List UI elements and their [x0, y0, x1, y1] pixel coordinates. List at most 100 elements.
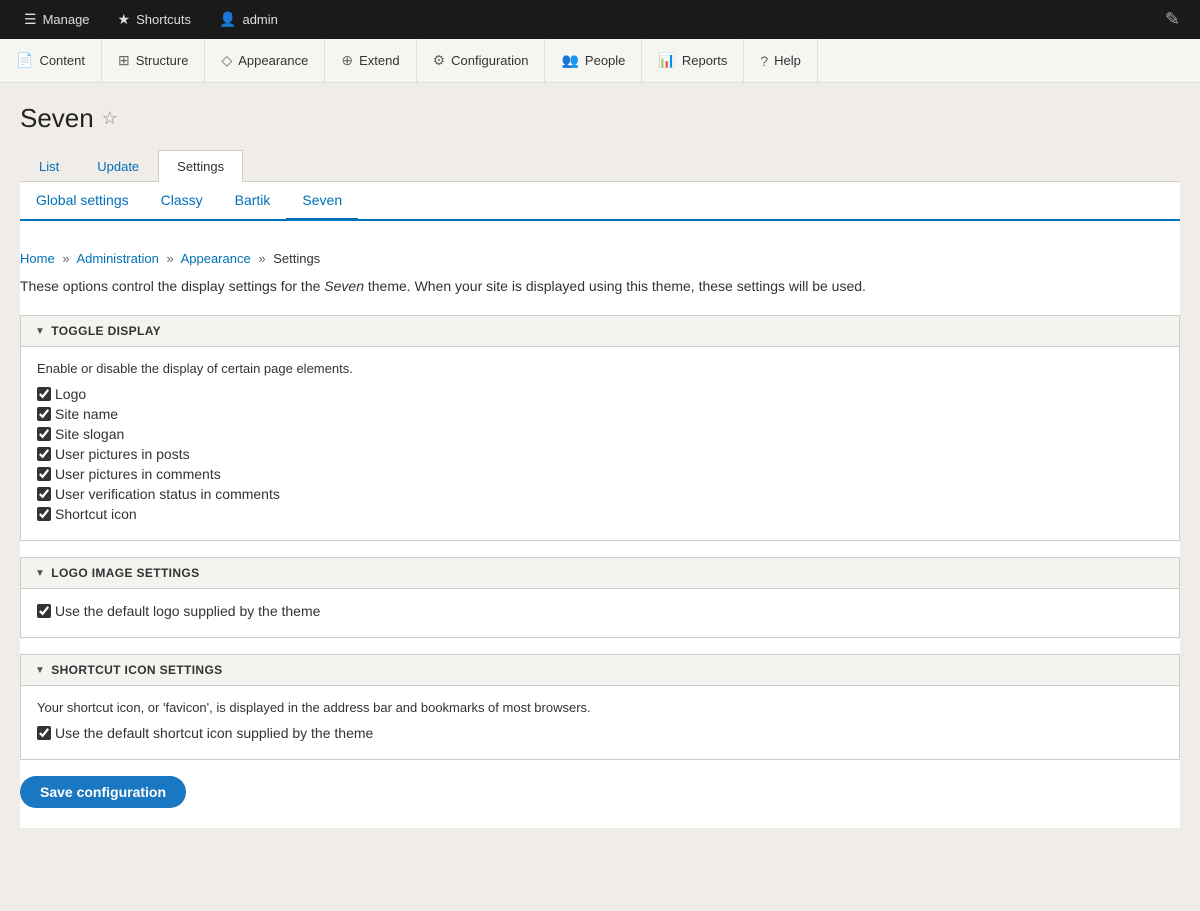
admin-bar: ☰ Manage ★ Shortcuts 👤 admin ✎ — [0, 0, 1200, 39]
breadcrumb-administration[interactable]: Administration — [76, 251, 158, 266]
tab-settings[interactable]: Settings — [158, 150, 243, 182]
nav-appearance-label: Appearance — [238, 53, 308, 68]
checkbox-default-shortcut-input[interactable] — [37, 726, 51, 740]
nav-reports-label: Reports — [682, 53, 728, 68]
checkbox-site-slogan-input[interactable] — [37, 427, 51, 441]
checkbox-default-logo-input[interactable] — [37, 604, 51, 618]
checkbox-logo-label: Logo — [55, 386, 86, 402]
toggle-display-legend[interactable]: ▼ TOGGLE DISPLAY — [21, 316, 1179, 347]
checkbox-user-pictures-posts: User pictures in posts — [37, 446, 1163, 462]
admin-label: admin — [242, 12, 277, 27]
nav-reports[interactable]: 📊 Reports — [642, 39, 744, 83]
checkbox-site-slogan: Site slogan — [37, 426, 1163, 442]
manage-label: Manage — [43, 12, 90, 27]
checkbox-site-name-label: Site name — [55, 406, 118, 422]
shortcuts-menu-item[interactable]: ★ Shortcuts — [104, 0, 205, 39]
admin-menu-item[interactable]: 👤 admin — [205, 0, 292, 39]
favorite-star-icon[interactable]: ☆ — [102, 108, 118, 129]
settings-content-area: Global settings Classy Bartik Seven Home… — [20, 182, 1180, 828]
nav-extend[interactable]: ⊕ Extend — [325, 39, 416, 83]
checkbox-default-logo: Use the default logo supplied by the the… — [37, 603, 1163, 619]
checkbox-user-pictures-posts-label: User pictures in posts — [55, 446, 190, 462]
sub-tab-classy[interactable]: Classy — [145, 182, 219, 221]
checkbox-site-name-input[interactable] — [37, 407, 51, 421]
tab-update[interactable]: Update — [78, 150, 158, 182]
appearance-nav-icon: ◇ — [221, 52, 232, 69]
star-nav-icon: ★ — [118, 11, 131, 28]
toggle-display-description: Enable or disable the display of certain… — [37, 361, 1163, 376]
tab-list[interactable]: List — [20, 150, 78, 182]
checkbox-logo: Logo — [37, 386, 1163, 402]
manage-icon: ☰ — [24, 11, 37, 28]
shortcut-icon-settings-body: Your shortcut icon, or 'favicon', is dis… — [21, 686, 1179, 759]
save-configuration-button[interactable]: Save configuration — [20, 776, 186, 808]
nav-people[interactable]: 👥 People — [545, 39, 642, 83]
nav-extend-label: Extend — [359, 53, 399, 68]
shortcut-icon-settings-fieldset: ▼ SHORTCUT ICON SETTINGS Your shortcut i… — [20, 654, 1180, 760]
people-nav-icon: 👥 — [561, 52, 578, 69]
intro-text: These options control the display settin… — [20, 276, 1180, 297]
checkbox-user-verification-status-input[interactable] — [37, 487, 51, 501]
extend-nav-icon: ⊕ — [341, 52, 353, 69]
nav-structure[interactable]: ⊞ Structure — [102, 39, 205, 83]
admin-bar-left: ☰ Manage ★ Shortcuts 👤 admin — [10, 0, 292, 39]
sub-tabs: Global settings Classy Bartik Seven — [20, 182, 1180, 221]
nav-structure-label: Structure — [136, 53, 189, 68]
page-content: Seven ☆ List Update Settings Global sett… — [0, 83, 1200, 911]
breadcrumb-sep-2: » — [166, 251, 173, 266]
shortcut-icon-settings-arrow-icon: ▼ — [35, 665, 45, 676]
breadcrumb-appearance[interactable]: Appearance — [181, 251, 251, 266]
checkbox-logo-input[interactable] — [37, 387, 51, 401]
breadcrumb-home[interactable]: Home — [20, 251, 55, 266]
logo-image-settings-body: Use the default logo supplied by the the… — [21, 589, 1179, 637]
logo-image-settings-arrow-icon: ▼ — [35, 568, 45, 579]
reports-nav-icon: 📊 — [658, 52, 675, 69]
edit-icon[interactable]: ✎ — [1155, 9, 1190, 30]
configuration-nav-icon: ⚙ — [433, 52, 446, 69]
main-nav: 📄 Content ⊞ Structure ◇ Appearance ⊕ Ext… — [0, 39, 1200, 83]
page-title-row: Seven ☆ — [20, 103, 1180, 134]
structure-nav-icon: ⊞ — [118, 52, 130, 69]
nav-configuration[interactable]: ⚙ Configuration — [417, 39, 546, 83]
toggle-display-title: TOGGLE DISPLAY — [51, 324, 161, 338]
toggle-display-arrow-icon: ▼ — [35, 326, 45, 337]
checkbox-user-pictures-posts-input[interactable] — [37, 447, 51, 461]
checkbox-default-logo-label: Use the default logo supplied by the the… — [55, 603, 320, 619]
shortcut-icon-settings-legend[interactable]: ▼ SHORTCUT ICON SETTINGS — [21, 655, 1179, 686]
checkbox-default-shortcut-label: Use the default shortcut icon supplied b… — [55, 725, 373, 741]
admin-bar-right: ✎ — [1155, 9, 1190, 30]
logo-image-settings-fieldset: ▼ LOGO IMAGE SETTINGS Use the default lo… — [20, 557, 1180, 638]
breadcrumb-current: Settings — [273, 251, 320, 266]
admin-person-icon: 👤 — [219, 11, 236, 28]
checkbox-shortcut-icon: Shortcut icon — [37, 506, 1163, 522]
checkbox-user-pictures-comments-input[interactable] — [37, 467, 51, 481]
logo-image-settings-title: LOGO IMAGE SETTINGS — [51, 566, 199, 580]
intro-text-start: These options control the display settin… — [20, 278, 324, 294]
checkbox-shortcut-icon-input[interactable] — [37, 507, 51, 521]
checkbox-site-slogan-label: Site slogan — [55, 426, 124, 442]
checkbox-site-name: Site name — [37, 406, 1163, 422]
sub-tab-bartik[interactable]: Bartik — [219, 182, 287, 221]
breadcrumb-sep-1: » — [62, 251, 69, 266]
intro-text-end: theme. When your site is displayed using… — [364, 278, 866, 294]
nav-content-label: Content — [39, 53, 85, 68]
manage-menu-item[interactable]: ☰ Manage — [10, 0, 104, 39]
sub-tab-seven[interactable]: Seven — [286, 182, 358, 221]
help-nav-icon: ? — [760, 53, 768, 69]
nav-help-label: Help — [774, 53, 801, 68]
nav-content[interactable]: 📄 Content — [0, 39, 102, 83]
checkbox-user-pictures-comments-label: User pictures in comments — [55, 466, 221, 482]
content-nav-icon: 📄 — [16, 52, 33, 69]
primary-tabs: List Update Settings — [20, 150, 1180, 182]
breadcrumb: Home » Administration » Appearance » Set… — [20, 237, 1180, 266]
checkbox-shortcut-icon-label: Shortcut icon — [55, 506, 137, 522]
sub-tab-global-settings[interactable]: Global settings — [20, 182, 145, 221]
checkbox-user-verification-status-label: User verification status in comments — [55, 486, 280, 502]
intro-theme-name: Seven — [324, 278, 364, 294]
nav-help[interactable]: ? Help — [744, 39, 818, 83]
logo-image-settings-legend[interactable]: ▼ LOGO IMAGE SETTINGS — [21, 558, 1179, 589]
nav-appearance[interactable]: ◇ Appearance — [205, 39, 325, 83]
toggle-display-fieldset: ▼ TOGGLE DISPLAY Enable or disable the d… — [20, 315, 1180, 541]
page-title: Seven — [20, 103, 94, 134]
toggle-display-body: Enable or disable the display of certain… — [21, 347, 1179, 540]
